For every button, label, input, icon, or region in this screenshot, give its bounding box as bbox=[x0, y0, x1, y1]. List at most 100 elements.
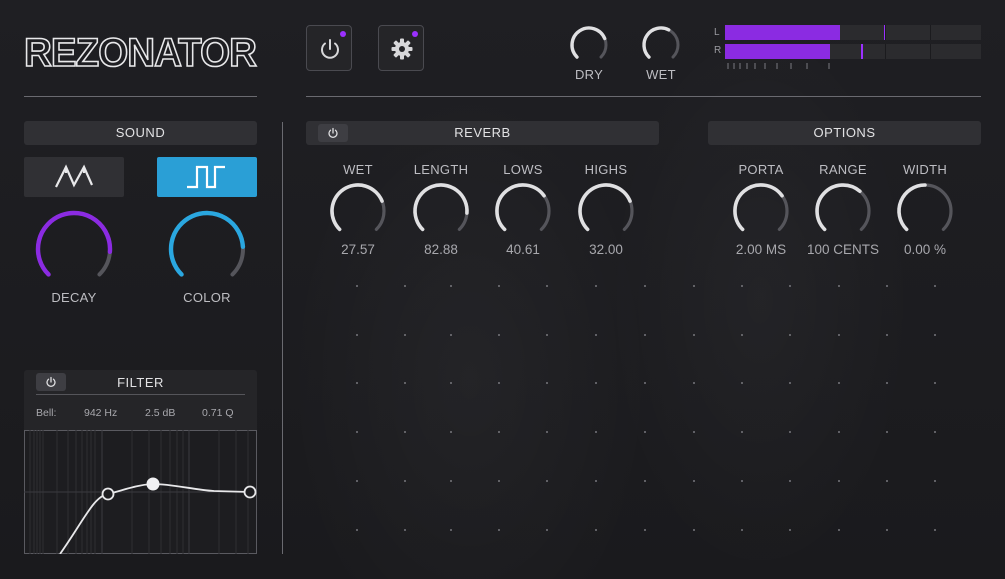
reverb-highs-knob[interactable] bbox=[576, 181, 636, 241]
grid-dot bbox=[546, 334, 548, 336]
range-knob[interactable] bbox=[813, 181, 873, 241]
reverb-highs-label: HIGHS bbox=[584, 162, 628, 177]
gear-icon bbox=[391, 38, 413, 60]
grid-dot bbox=[644, 382, 646, 384]
grid-dot bbox=[595, 529, 597, 531]
grid-dot bbox=[595, 382, 597, 384]
width-knob[interactable] bbox=[895, 181, 955, 241]
meter-fill-right bbox=[725, 44, 830, 59]
decay-knob[interactable] bbox=[34, 209, 114, 289]
settings-button[interactable] bbox=[378, 25, 424, 71]
porta-knob[interactable] bbox=[731, 181, 791, 241]
filter-gain: 2.5 dB bbox=[145, 407, 176, 419]
reverb-lows-knob[interactable] bbox=[493, 181, 553, 241]
grid-dot bbox=[741, 334, 743, 336]
grid-dot bbox=[789, 285, 791, 287]
logo: REZONATOR bbox=[23, 28, 260, 76]
meter-fill-left bbox=[725, 25, 841, 40]
grid-dot bbox=[498, 285, 500, 287]
plugin-window: REZONATOR DRY WET L R SOUND DECAY COLOR … bbox=[0, 0, 1005, 579]
reverb-length-label: LENGTH bbox=[413, 162, 469, 177]
grid-dot bbox=[741, 382, 743, 384]
grid-dot bbox=[934, 480, 936, 482]
knob-value-arc bbox=[35, 210, 113, 277]
options-section-header: OPTIONS bbox=[708, 121, 981, 145]
grid-dot bbox=[450, 431, 452, 433]
reverb-length-knob[interactable] bbox=[411, 181, 471, 241]
wet-knob[interactable] bbox=[641, 25, 681, 65]
grid-dot bbox=[498, 431, 500, 433]
dry-knob[interactable] bbox=[569, 25, 609, 65]
filter-node-low[interactable] bbox=[101, 487, 115, 501]
reverb-wet-knob[interactable] bbox=[328, 181, 388, 241]
grid-dot bbox=[404, 382, 406, 384]
power-icon bbox=[321, 39, 339, 59]
color-knob[interactable] bbox=[167, 209, 247, 289]
grid-dot bbox=[934, 382, 936, 384]
grid-dot bbox=[838, 285, 840, 287]
grid-dot bbox=[693, 480, 695, 482]
square-wave-button[interactable] bbox=[157, 157, 257, 197]
grid-dot bbox=[644, 529, 646, 531]
grid-dot bbox=[404, 285, 406, 287]
grid-dot bbox=[789, 431, 791, 433]
grid-dot bbox=[356, 382, 358, 384]
width-label: WIDTH bbox=[902, 162, 948, 177]
grid-dot bbox=[546, 431, 548, 433]
filter-title: FILTER bbox=[117, 375, 164, 390]
grid-dot bbox=[450, 529, 452, 531]
grid-dot bbox=[886, 382, 888, 384]
grid-dot bbox=[595, 285, 597, 287]
wet-label: WET bbox=[646, 67, 676, 82]
power-indicator-led bbox=[340, 31, 346, 37]
grid-dot bbox=[450, 334, 452, 336]
power-button[interactable] bbox=[306, 25, 352, 71]
reverb-lows-label: LOWS bbox=[503, 162, 543, 177]
grid-dot bbox=[356, 480, 358, 482]
grid-dot bbox=[741, 285, 743, 287]
knob-value-arc bbox=[815, 183, 862, 232]
grid-dot bbox=[546, 529, 548, 531]
width-value: 0.00 % bbox=[903, 242, 947, 257]
grid-dot bbox=[498, 334, 500, 336]
filter-node-bell[interactable] bbox=[146, 477, 160, 491]
options-title: OPTIONS bbox=[813, 125, 876, 140]
filter-panel: FILTER Bell: 942 Hz 2.5 dB 0.71 Q bbox=[24, 370, 257, 554]
grid-dot bbox=[886, 285, 888, 287]
grid-dot bbox=[838, 480, 840, 482]
grid-dot bbox=[404, 480, 406, 482]
grid-dot bbox=[934, 285, 936, 287]
meter-scale-ticks bbox=[727, 63, 830, 69]
grid-dot bbox=[934, 431, 936, 433]
grid-dot bbox=[644, 431, 646, 433]
knob-value-arc bbox=[570, 26, 607, 59]
grid-dot bbox=[404, 431, 406, 433]
grid-dot bbox=[404, 529, 406, 531]
grid-dot bbox=[546, 480, 548, 482]
grid-dot bbox=[789, 382, 791, 384]
knob-value-arc bbox=[578, 183, 632, 232]
grid-dot bbox=[404, 334, 406, 336]
filter-node-high[interactable] bbox=[243, 485, 257, 499]
grid-dot bbox=[693, 529, 695, 531]
grid-dot bbox=[693, 334, 695, 336]
grid-dot bbox=[693, 382, 695, 384]
filter-eq-graph[interactable] bbox=[24, 430, 257, 554]
sound-section-header: SOUND bbox=[24, 121, 257, 145]
meter-label-left: L bbox=[714, 27, 720, 38]
meter-track-right bbox=[725, 44, 981, 59]
grid-dot bbox=[886, 529, 888, 531]
sawtooth-wave-button[interactable] bbox=[24, 157, 124, 197]
grid-dot bbox=[886, 480, 888, 482]
grid-dot bbox=[741, 529, 743, 531]
grid-dot bbox=[546, 285, 548, 287]
grid-dot bbox=[886, 431, 888, 433]
reverb-title: REVERB bbox=[454, 125, 511, 140]
filter-type: Bell: bbox=[36, 407, 57, 419]
porta-label: PORTA bbox=[738, 162, 784, 177]
reverb-section-header: REVERB bbox=[306, 121, 659, 145]
sawtooth-wave-icon bbox=[55, 164, 94, 188]
grid-dot bbox=[789, 480, 791, 482]
grid-dot bbox=[789, 529, 791, 531]
grid-dot bbox=[595, 480, 597, 482]
